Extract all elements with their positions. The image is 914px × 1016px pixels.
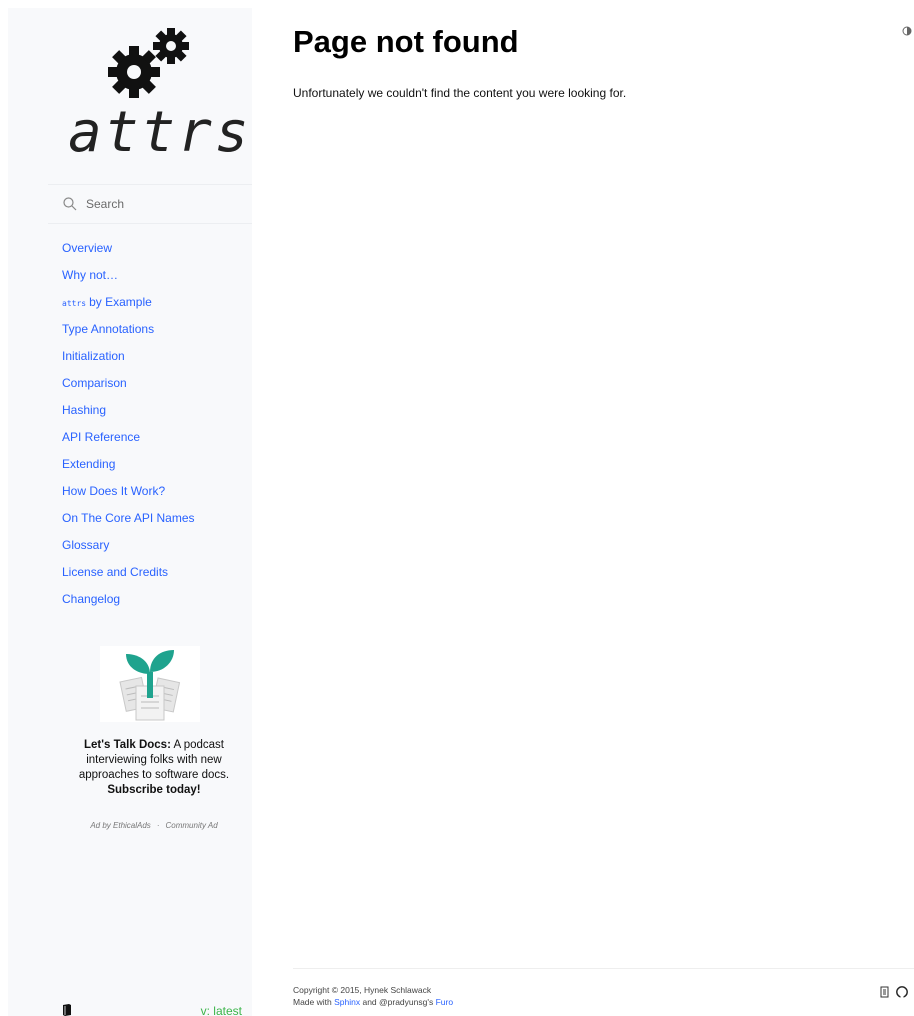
nav-why-not[interactable]: Why not… bbox=[62, 267, 252, 294]
ad-title: Let's Talk Docs: bbox=[84, 739, 171, 751]
nav-attrs-by-example-label: by Example bbox=[89, 295, 152, 309]
sphinx-link[interactable]: Sphinx bbox=[334, 997, 360, 1007]
made-with: Made with Sphinx and @pradyunsg's Furo bbox=[293, 996, 453, 1008]
footer-text: Copyright © 2015, Hynek Schlawack Made w… bbox=[293, 984, 453, 1008]
ad-footer: Ad by EthicalAds · Community Ad bbox=[64, 821, 244, 830]
nav-hashing[interactable]: Hashing bbox=[62, 402, 252, 429]
nav-glossary[interactable]: Glossary bbox=[62, 537, 252, 564]
ad-by-link[interactable]: Ad by EthicalAds bbox=[90, 821, 150, 830]
furo-link[interactable]: Furo bbox=[436, 997, 453, 1007]
ad-sprout-icon[interactable] bbox=[100, 646, 200, 722]
footer-divider bbox=[293, 968, 914, 969]
made-with-label: Made with bbox=[293, 997, 335, 1007]
nav-type-annotations[interactable]: Type Annotations bbox=[62, 321, 252, 348]
github-icon[interactable] bbox=[896, 986, 908, 998]
nav-license-credits[interactable]: License and Credits bbox=[62, 564, 252, 591]
nav-extending[interactable]: Extending bbox=[62, 456, 252, 483]
theme-toggle-icon[interactable] bbox=[902, 26, 912, 36]
version-selector[interactable]: v: latest bbox=[201, 1004, 242, 1016]
nav-initialization[interactable]: Initialization bbox=[62, 348, 252, 375]
nav-code-attrs: attrs bbox=[62, 299, 87, 308]
search-box[interactable] bbox=[48, 184, 252, 224]
nav-api-reference[interactable]: API Reference bbox=[62, 429, 252, 456]
ad-separator: · bbox=[156, 821, 160, 830]
sidebar-nav: Overview Why not… attrs by Example Type A… bbox=[62, 240, 252, 618]
nav-attrs-by-example[interactable]: attrs by Example bbox=[62, 294, 252, 321]
copyright: Copyright © 2015, Hynek Schlawack bbox=[293, 985, 432, 995]
edit-icon[interactable] bbox=[880, 986, 890, 998]
page-title: Page not found bbox=[293, 24, 519, 59]
not-found-message: Unfortunately we couldn't find the conte… bbox=[293, 86, 627, 100]
footer-icons bbox=[880, 986, 908, 998]
ad-text[interactable]: Let's Talk Docs: A podcast interviewing … bbox=[64, 738, 244, 798]
page: attrs Overview Why not… attrsby Example … bbox=[0, 0, 914, 1016]
search-icon bbox=[63, 197, 77, 211]
ad-cta: Subscribe today! bbox=[107, 784, 201, 796]
book-icon[interactable] bbox=[62, 1004, 72, 1016]
nav-changelog[interactable]: Changelog bbox=[62, 591, 252, 618]
community-ad-link[interactable]: Community Ad bbox=[165, 821, 217, 830]
search-input[interactable] bbox=[84, 196, 248, 212]
nav-comparison[interactable]: Comparison bbox=[62, 375, 252, 402]
nav-overview[interactable]: Overview bbox=[62, 240, 252, 267]
nav-how-does-it-work[interactable]: How Does It Work? bbox=[62, 483, 252, 510]
nav-core-api-names[interactable]: On The Core API Names bbox=[62, 510, 252, 537]
logo-text[interactable]: attrs bbox=[68, 103, 252, 163]
and-text: and @pradyunsg's bbox=[360, 997, 436, 1007]
sidebar: attrs Overview Why not… attrsby Example … bbox=[8, 8, 252, 1016]
